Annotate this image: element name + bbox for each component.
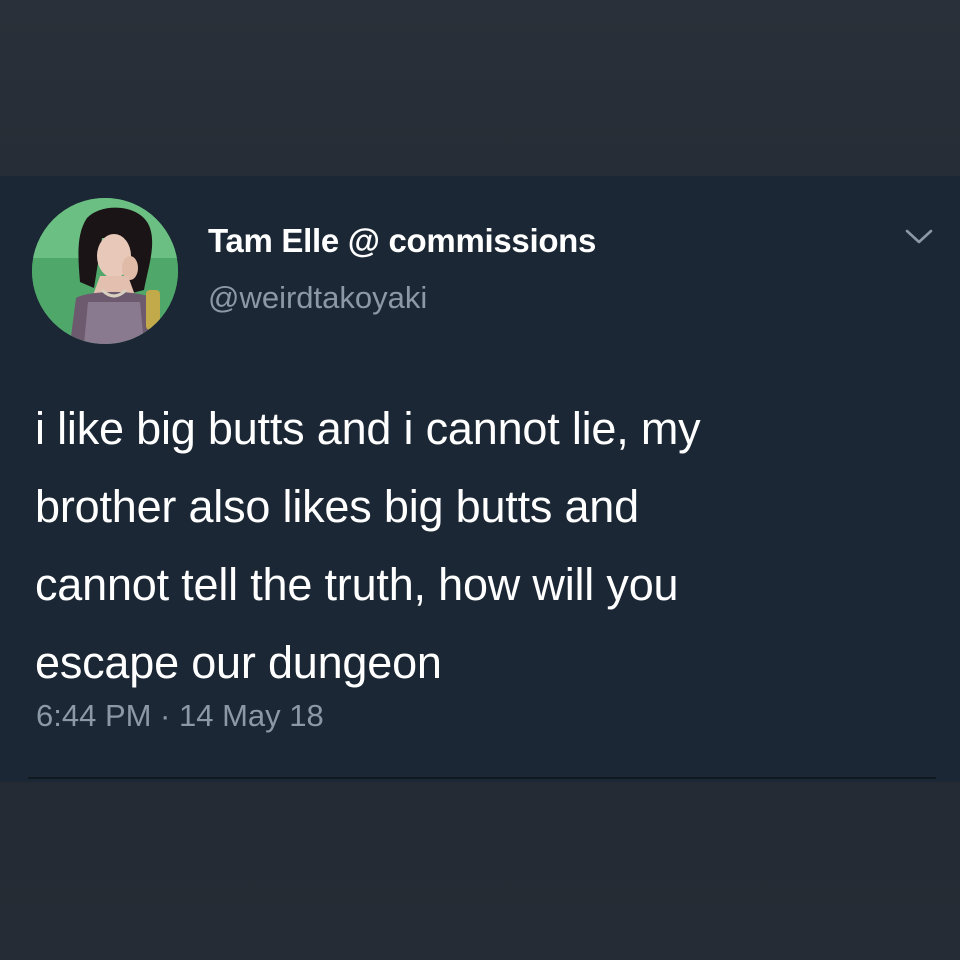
tweet-text-line: i like big butts and i cannot lie, my [35,403,701,454]
chevron-down-icon[interactable] [902,224,936,248]
tweet-text-line: brother also likes big butts and [35,481,639,532]
divider [28,777,936,779]
tweet-text: i like big butts and i cannot lie, my br… [35,390,935,702]
avatar[interactable] [32,198,178,344]
user-handle[interactable]: @weirdtakoyaki [208,280,427,316]
display-name[interactable]: Tam Elle @ commissions [208,222,596,260]
tweet-text-line: escape our dungeon [35,637,442,688]
tweet-text-line: cannot tell the truth, how will you [35,559,679,610]
tweet-timestamp[interactable]: 6:44 PM · 14 May 18 [36,698,324,734]
